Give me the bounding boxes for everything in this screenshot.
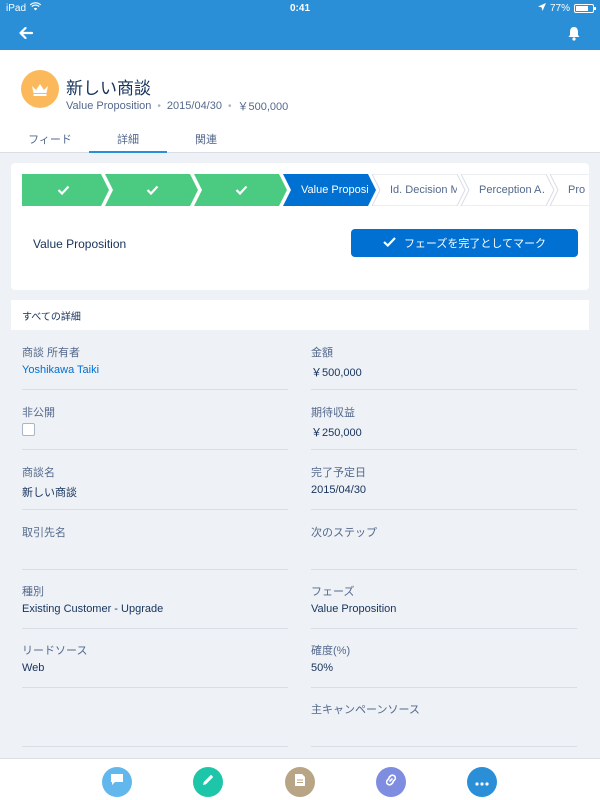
clock: 0:41: [289, 2, 310, 14]
field-value: 新しい商談: [22, 487, 77, 499]
field-account-name: 取引先名: [22, 510, 288, 570]
divider: [22, 746, 288, 747]
pencil-icon: [201, 773, 215, 792]
field-empty: [22, 687, 288, 747]
tab-related[interactable]: 関連: [167, 124, 245, 153]
tab-details[interactable]: 詳細: [89, 124, 167, 153]
device-name: iPad: [6, 2, 27, 14]
link-button[interactable]: [376, 767, 406, 797]
field-private: 非公開: [22, 390, 288, 450]
path-stage[interactable]: [194, 174, 287, 206]
crown-icon: [21, 70, 59, 108]
current-stage-name: Value Proposition: [33, 237, 127, 251]
field-type: 種別 Existing Customer - Upgrade: [22, 569, 288, 629]
field-expected-revenue: 期待収益 ￥250,000: [311, 390, 577, 450]
checkmark-icon: [383, 236, 396, 250]
field-close-date: 完了予定日 2015/04/30: [311, 450, 577, 510]
field-label: 取引先名: [22, 527, 66, 539]
field-opportunity-name: 商談名 新しい商談: [22, 450, 288, 510]
location-arrow-icon: [537, 2, 546, 14]
field-label: 非公開: [22, 407, 55, 419]
more-icon: [475, 773, 489, 791]
private-checkbox[interactable]: [22, 423, 35, 436]
field-value: Existing Customer - Upgrade: [22, 603, 164, 615]
divider: [311, 746, 577, 747]
field-label: 主キャンペーンソース: [311, 704, 420, 716]
field-primary-campaign: 主キャンペーンソース: [311, 687, 577, 747]
record-close-date: 2015/04/30: [166, 100, 222, 112]
field-label: 種別: [22, 586, 44, 598]
field-value: ￥500,000: [311, 367, 362, 379]
field-owner: 商談 所有者 Yoshikawa Taiki: [22, 330, 288, 390]
field-label: 期待収益: [311, 407, 355, 419]
battery-percent: 77%: [549, 2, 570, 14]
mark-stage-complete-label: フェーズを完了としてマーク: [403, 238, 547, 250]
field-next-step: 次のステップ: [311, 510, 577, 570]
field-label: 金額: [311, 347, 333, 359]
path-stage[interactable]: [283, 174, 376, 206]
sales-path: Value Proposi…Id. Decision M…Perception …: [22, 174, 589, 206]
field-label: 確度(%): [311, 645, 351, 657]
field-label: 商談 所有者: [22, 347, 81, 359]
field-amount: 金額 ￥500,000: [311, 330, 577, 390]
owner-link[interactable]: Yoshikawa Taiki: [22, 364, 99, 376]
field-value: ￥250,000: [311, 427, 362, 439]
edit-button[interactable]: [193, 767, 223, 797]
path-stage[interactable]: [105, 174, 198, 206]
link-icon: [384, 773, 398, 792]
bottom-action-bar: [0, 758, 600, 800]
sales-path-card: Value Proposi…Id. Decision M…Perception …: [11, 163, 589, 290]
chat-icon: [110, 773, 124, 791]
status-bar: iPad 0:41 77%: [0, 0, 600, 16]
record-meta: Value Proposition • 2015/04/30 • ￥500,00…: [66, 98, 288, 114]
path-stage[interactable]: [371, 174, 466, 206]
field-label: リードソース: [22, 645, 88, 657]
path-stage[interactable]: [549, 174, 589, 206]
more-button[interactable]: [467, 767, 497, 797]
arrow-left-icon[interactable]: [14, 21, 38, 45]
post-button[interactable]: [102, 767, 132, 797]
field-probability: 確度(%) 50%: [311, 628, 577, 688]
note-button[interactable]: [285, 767, 315, 797]
field-value: Web: [22, 662, 45, 674]
record-header: 新しい商談 Value Proposition • 2015/04/30 • ￥…: [0, 50, 600, 153]
field-stage: フェーズ Value Proposition: [311, 569, 577, 629]
bell-icon[interactable]: [562, 21, 586, 45]
details-section-title: すべての詳細: [11, 300, 589, 330]
field-label: 商談名: [22, 467, 55, 479]
record-amount: ￥500,000: [237, 101, 289, 113]
document-icon: [294, 773, 306, 792]
record-title: 新しい商談: [66, 79, 151, 98]
field-value: 2015/04/30: [311, 484, 367, 496]
field-label: 完了予定日: [311, 467, 366, 479]
separator-dot: •: [157, 100, 161, 112]
battery-icon: [574, 3, 596, 13]
record-stage: Value Proposition: [66, 100, 152, 112]
tab-feed[interactable]: フィード: [11, 124, 89, 153]
separator-dot: •: [227, 100, 232, 112]
wifi-icon: [29, 2, 42, 14]
field-label: 次のステップ: [311, 527, 377, 539]
nav-bar: [0, 16, 600, 50]
field-label: フェーズ: [311, 586, 355, 598]
mark-stage-complete-button[interactable]: フェーズを完了としてマーク: [351, 229, 578, 257]
field-value: Value Proposition: [311, 603, 397, 615]
field-lead-source: リードソース Web: [22, 628, 288, 688]
field-value: 50%: [311, 662, 334, 674]
record-tabs: フィード 詳細 関連: [0, 124, 600, 153]
path-stage[interactable]: [460, 174, 555, 206]
